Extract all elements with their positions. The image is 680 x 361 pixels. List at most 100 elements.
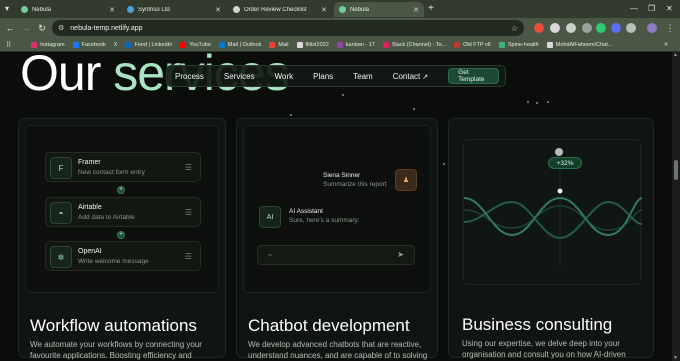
- nebula-favicon-icon: [21, 6, 28, 13]
- user-message-text: Summarize this report: [323, 181, 387, 188]
- nav-contact[interactable]: Contact ↗: [393, 72, 428, 81]
- extension-4-icon[interactable]: [582, 23, 592, 33]
- nav-plans[interactable]: Plans: [313, 72, 333, 81]
- add-step-icon[interactable]: +: [117, 186, 125, 194]
- scroll-down-icon[interactable]: ▼: [673, 355, 678, 361]
- bookmark-linkedin[interactable]: Feed | LinkedIn: [125, 41, 173, 48]
- back-icon[interactable]: ←: [4, 22, 16, 34]
- nav-services[interactable]: Services: [224, 72, 255, 81]
- youtube-icon: [180, 41, 187, 48]
- framer-icon: F: [50, 157, 72, 179]
- bookmark-star-icon[interactable]: ☆: [511, 24, 518, 33]
- airtable-icon: ◓: [50, 202, 72, 224]
- linkedin-icon: [125, 41, 132, 48]
- bookmark-instagram[interactable]: Instagram: [31, 41, 65, 48]
- flow-item-framer[interactable]: F Framer New contact form entry ☰: [45, 152, 201, 182]
- bookmark-ftp[interactable]: Old FTP v6: [454, 41, 491, 48]
- tab-nebula-active[interactable]: Nebula ✕: [334, 2, 424, 17]
- star-dot: [290, 114, 292, 116]
- star-dot: [527, 101, 529, 103]
- close-icon[interactable]: ✕: [215, 6, 221, 14]
- page-viewport: Our services Process Services Work Plans…: [0, 52, 672, 361]
- tab-order-review[interactable]: Order Review Checklist ✕: [228, 2, 332, 17]
- window-close-icon[interactable]: ✕: [666, 0, 673, 18]
- bookmark-label: YouTube: [189, 41, 211, 48]
- bookmark-youtube[interactable]: YouTube: [180, 41, 211, 48]
- extension-5-icon[interactable]: [596, 23, 606, 33]
- nav-process[interactable]: Process: [175, 72, 204, 81]
- add-step-icon[interactable]: +: [117, 231, 125, 239]
- star-dot: [536, 102, 538, 104]
- page-scrollbar[interactable]: ▲ ▼: [672, 52, 680, 361]
- tab-search-icon[interactable]: ▾: [5, 0, 9, 18]
- extensions-puzzle-icon[interactable]: [626, 23, 636, 33]
- growth-badge: +32%: [548, 157, 582, 169]
- drag-handle-icon[interactable]: ☰: [185, 252, 192, 261]
- drag-handle-icon[interactable]: ☰: [185, 208, 192, 217]
- flow-item-title: OpenAI: [78, 248, 102, 255]
- flow-item-subtitle: New contact form entry: [78, 169, 145, 176]
- card-title: Workflow automations: [30, 316, 197, 335]
- flow-item-title: Airtable: [78, 204, 102, 211]
- card-description: Using our expertise, we delve deep into …: [462, 339, 626, 359]
- bookmark-fitlist[interactable]: fitlist2022: [296, 41, 329, 48]
- minimize-icon[interactable]: —: [630, 0, 638, 18]
- star-dot: [547, 101, 549, 103]
- close-icon[interactable]: ✕: [109, 6, 115, 14]
- extension-3-icon[interactable]: [566, 23, 576, 33]
- maximize-icon[interactable]: ❐: [648, 0, 655, 18]
- bookmark-spine-health[interactable]: Spine-health: [498, 41, 539, 48]
- flow-item-openai[interactable]: ✲ OpenAI Write welcome message ☰: [45, 241, 201, 271]
- hero-heading-plain: Our: [20, 52, 114, 101]
- tab-syntriso[interactable]: Syntriso Ltd ✕: [122, 2, 226, 17]
- tab-nebula-1[interactable]: Nebula ✕: [16, 2, 120, 17]
- nav-team[interactable]: Team: [353, 72, 373, 81]
- browser-menu-icon[interactable]: ⋮: [664, 22, 676, 34]
- more-bookmarks-button[interactable]: »: [664, 38, 668, 52]
- site-info-icon[interactable]: ⚙: [58, 24, 64, 32]
- browser-tab-bar: ▾ Nebula ✕ Syntriso Ltd ✕ Order Review C…: [0, 0, 680, 18]
- user-avatar: ♟: [395, 169, 417, 191]
- bookmark-kanban[interactable]: kanban - 17: [336, 41, 375, 48]
- extension-2-icon[interactable]: [550, 23, 560, 33]
- scroll-up-icon[interactable]: ▲: [673, 52, 678, 58]
- gmail-icon: [269, 41, 276, 48]
- close-icon[interactable]: ✕: [321, 6, 327, 14]
- extension-6-icon[interactable]: [611, 23, 621, 33]
- flow-item-airtable[interactable]: ◓ Airtable Add data to Airtable ☰: [45, 197, 201, 227]
- cursor-pointer: [555, 148, 563, 156]
- send-icon[interactable]: ➤: [397, 250, 404, 259]
- nebula-favicon-icon: [339, 6, 346, 13]
- star-dot: [443, 163, 445, 165]
- drag-handle-icon[interactable]: ☰: [185, 163, 192, 172]
- card-description: We develop advanced chatbots that are re…: [248, 340, 428, 360]
- close-icon[interactable]: ✕: [413, 6, 419, 14]
- bookmark-github[interactable]: MohdAlFaheem/Chat...: [546, 41, 612, 48]
- reload-icon[interactable]: ↻: [36, 22, 48, 34]
- bookmark-slack[interactable]: Slack (Channel) - To...: [382, 41, 447, 48]
- bookmark-label: Slack (Channel) - To...: [391, 41, 447, 48]
- bookmark-label: Instagram: [40, 41, 65, 48]
- apps-grid-icon[interactable]: ⠿: [6, 41, 11, 49]
- forward-icon[interactable]: →: [20, 22, 32, 34]
- chat-input-field[interactable]: ⌁ ➤: [257, 245, 415, 265]
- bookmark-x[interactable]: X: [114, 42, 118, 48]
- nav-work[interactable]: Work: [275, 72, 294, 81]
- bookmark-outlook[interactable]: Mail | Outlook: [218, 41, 261, 48]
- spine-health-icon: [498, 41, 505, 48]
- url-text[interactable]: nebula-temp.netlify.app: [70, 25, 142, 32]
- extension-1-icon[interactable]: [534, 23, 544, 33]
- scrollbar-thumb[interactable]: [674, 160, 678, 180]
- bookmark-mail[interactable]: Mail: [269, 41, 289, 48]
- profile-avatar[interactable]: [647, 23, 657, 33]
- bookmark-label: Old FTP v6: [463, 41, 491, 48]
- url-omnibox[interactable]: ⚙ nebula-temp.netlify.app ☆: [52, 20, 524, 36]
- flow-item-subtitle: Write welcome message: [78, 258, 149, 265]
- bookmark-label: Feed | LinkedIn: [134, 41, 173, 48]
- get-template-button[interactable]: Get Template: [448, 68, 499, 84]
- page-icon: [296, 41, 303, 48]
- card-title: Business consulting: [462, 315, 613, 334]
- bookmark-facebook[interactable]: Facebook: [72, 41, 106, 48]
- card-title: Chatbot development: [248, 316, 410, 335]
- new-tab-button[interactable]: +: [428, 0, 434, 18]
